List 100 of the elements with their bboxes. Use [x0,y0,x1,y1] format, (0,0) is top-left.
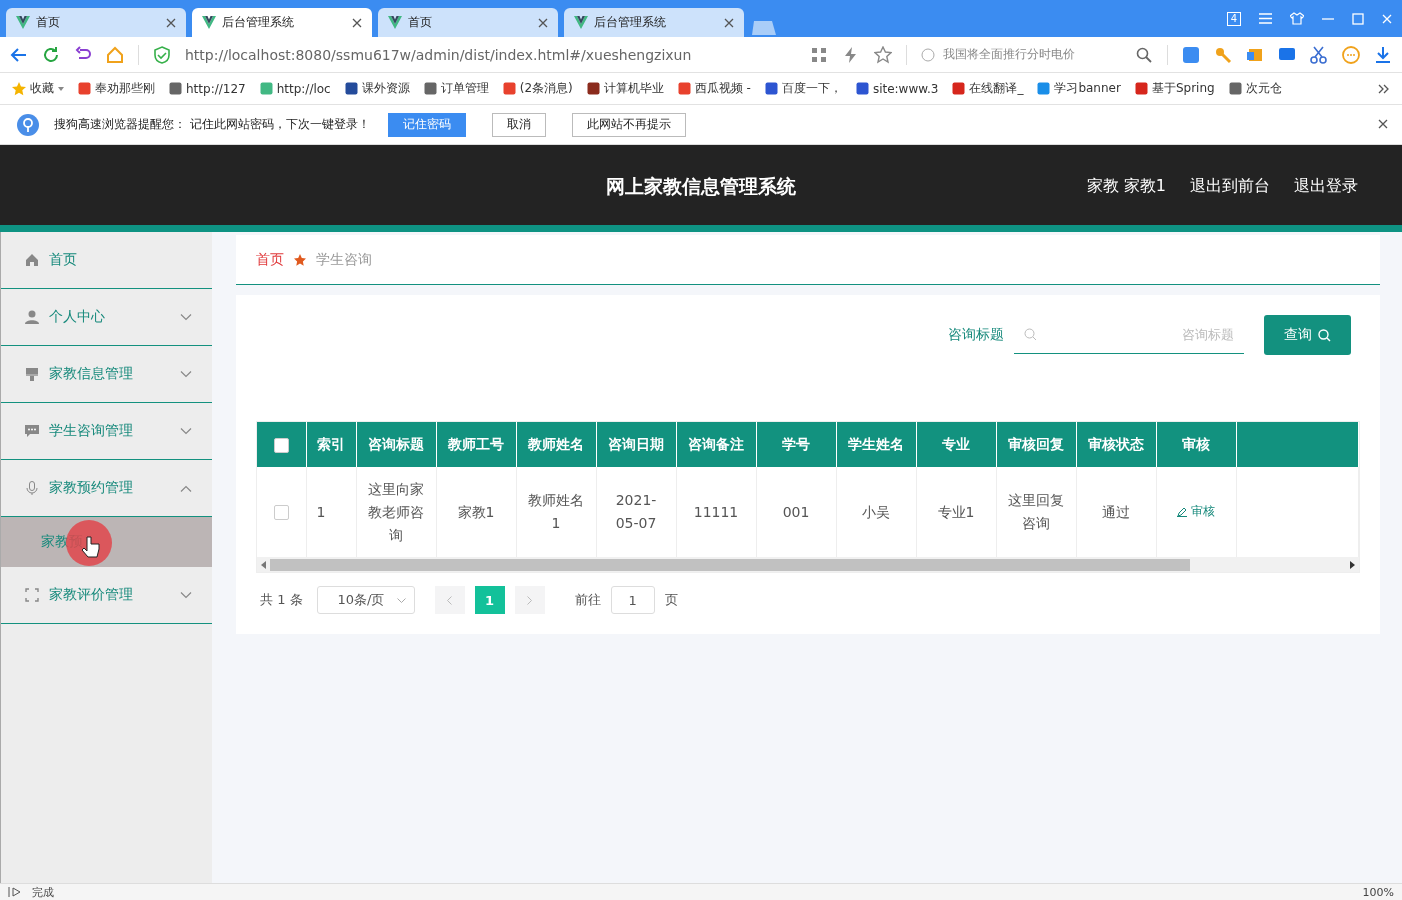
refresh-icon[interactable] [42,45,60,64]
bookmark-icon [855,82,869,95]
bookmark-link[interactable]: 西瓜视频 - [677,80,751,97]
favorites-button[interactable]: 收藏 [12,80,64,97]
row-checkbox[interactable] [273,505,289,520]
home-icon[interactable] [106,45,124,64]
caret-icon [58,86,64,91]
chevron-down-icon[interactable] [180,591,192,599]
sidebar-item[interactable]: 个人中心 [1,289,212,346]
bookmark-link[interactable]: 课外资源 [344,80,410,97]
v-logo-icon [388,16,402,29]
chevron-down-icon[interactable] [180,427,192,435]
new-tab-icon[interactable] [750,19,778,37]
search-icon[interactable] [1135,45,1153,64]
bookmark-icon [169,82,182,95]
bookmark-link[interactable]: 基于Spring [1134,80,1215,97]
bookmark-link[interactable]: 计算机毕业 [586,80,664,97]
separator-icon [294,253,306,266]
close-icon[interactable] [538,17,548,28]
browser-tab[interactable]: 首页 [378,8,558,37]
scroll-right-icon[interactable] [1350,560,1355,569]
bookmark-link[interactable]: 百度一下， [764,80,842,97]
zoom-level[interactable]: 100% [1362,885,1394,899]
chevron-up-icon[interactable] [180,484,192,492]
back-icon[interactable] [10,45,28,64]
bookmark-link[interactable]: 奉劝那些刚 [78,80,155,97]
browser-tab[interactable]: 后台管理系统 [564,8,744,37]
download-icon[interactable] [1374,45,1392,64]
bookmark-link[interactable]: 订单管理 [423,80,489,97]
sidebar-item[interactable]: 首页 [1,232,212,289]
column-header: 索引 [306,422,356,467]
table-cell: 2021-05-07 [615,492,657,531]
star-icon [12,81,26,96]
scissors-icon[interactable] [1310,45,1328,64]
bookmark-link[interactable]: http://127 [169,81,246,96]
header-link[interactable]: 退出登录 [1294,176,1358,197]
chevron-down-icon [396,597,406,603]
table-cell: 001 [782,503,810,520]
close-icon[interactable] [166,17,176,28]
sidebar-item[interactable]: 家教评价管理 [1,567,212,624]
close-notice-icon[interactable] [1378,118,1388,129]
browser-tab[interactable]: 后台管理系统 [192,8,372,37]
sidebar-item[interactable]: 学生咨询管理 [1,403,212,460]
table-cell: 这里回复咨询 [1008,492,1064,531]
maximize-icon[interactable] [1352,12,1364,25]
total-count: 共 1 条 [260,591,303,609]
column-header: 学号 [756,422,836,467]
column-header: 教师工号 [436,422,516,467]
shield-icon[interactable] [153,45,171,64]
close-window-icon[interactable] [1382,13,1392,24]
table-cell: 家教1 [457,503,495,520]
bookmark-link[interactable]: 次元仓 [1228,80,1282,97]
info-icon [16,112,40,137]
notice-button[interactable]: 此网站不再提示 [571,112,686,137]
search-field[interactable]: 我国将全面推行分时电价 [921,46,1121,63]
user-name[interactable]: 家教 家教1 [1086,176,1166,197]
goto-page-field[interactable]: 1 [610,586,655,614]
scroll-left-icon[interactable] [261,560,266,569]
notice-button[interactable]: 取消 [491,112,546,137]
home-icon [25,253,39,267]
sidebar-item[interactable]: 家教信息管理 [1,346,212,403]
bookmark-icon [1134,82,1148,95]
page-size-select[interactable]: 10条/页 [316,586,415,614]
page-unit: 页 [664,591,678,609]
chevron-down-icon[interactable] [180,313,192,321]
shirt-icon[interactable] [1290,12,1304,25]
column-header: 咨询备注 [676,422,756,467]
status-text: 完成 [32,884,54,900]
grid-icon[interactable] [810,45,828,64]
key-icon[interactable] [1214,45,1232,64]
bookmark-link[interactable]: site:www.3 [855,81,939,96]
breadcrumb-link[interactable]: 首页 [256,250,284,269]
table-cell: 专业1 [937,503,975,520]
sidebar-toggle-icon[interactable] [8,886,22,898]
bookmark-link[interactable]: http://loc [259,81,331,96]
bookmark-link[interactable]: 学习banner [1037,80,1121,97]
bookmark-link[interactable]: 在线翻译_ [952,80,1024,97]
menu-icon[interactable] [1259,13,1272,24]
close-icon[interactable] [724,17,734,28]
column-header: 审核状态 [1076,422,1156,467]
scrollbar-thumb[interactable] [270,558,1190,571]
header-link[interactable]: 退出到前台 [1190,176,1270,197]
bookmark-icon [586,82,600,95]
search-icon [1024,328,1037,341]
chat-icon [25,424,39,438]
address-bar[interactable]: http://localhost:8080/ssmu617w/admin/dist/index.html#/xueshengzixun [185,46,692,63]
close-icon[interactable] [352,17,362,28]
bookmark-icon [259,82,273,95]
star-icon[interactable] [874,45,892,64]
edit-icon [1177,506,1187,517]
bookmark-link[interactable]: (2条消息) [502,80,573,97]
app-title: 网上家教信息管理系统 [606,174,796,199]
browser-tab[interactable]: 首页 [6,8,186,37]
v-logo-icon [202,16,216,29]
select-all-checkbox[interactable] [273,437,289,453]
review-link[interactable]: 审核 [1177,500,1215,524]
query-button[interactable]: 查询 [1264,315,1351,355]
more-icon[interactable] [1378,83,1390,94]
search-icon [1318,328,1331,342]
chevron-down-icon[interactable] [180,370,192,378]
